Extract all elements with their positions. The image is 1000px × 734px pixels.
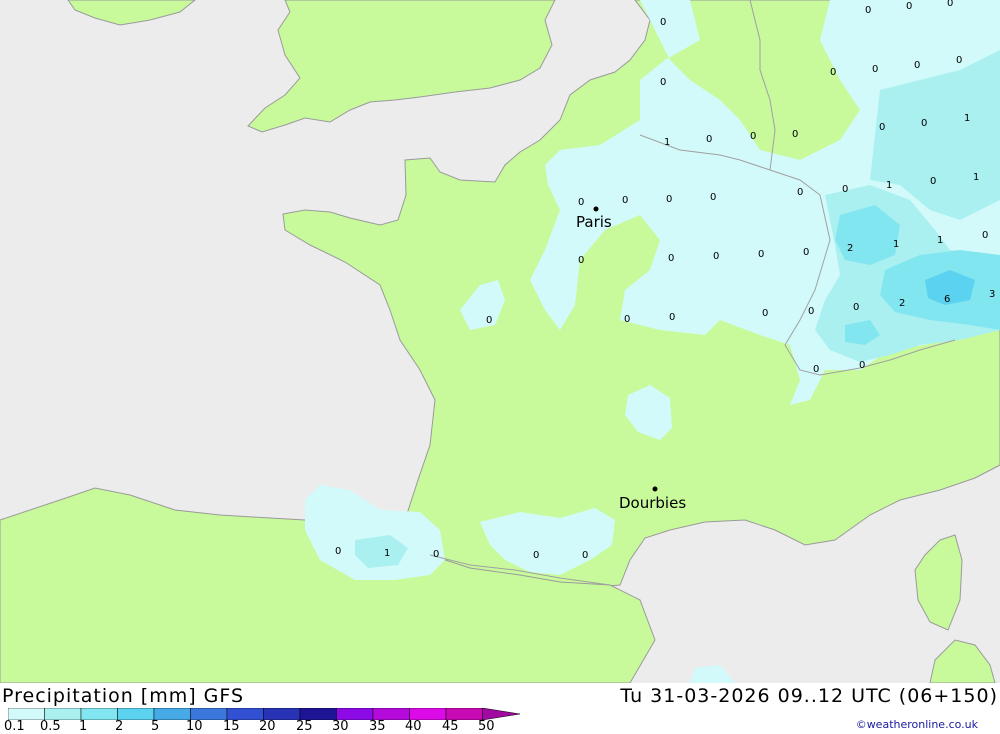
value-label: 1 bbox=[664, 137, 670, 148]
value-label: 0 bbox=[853, 302, 859, 313]
value-label: 0 bbox=[666, 194, 672, 205]
value-label: 0 bbox=[803, 247, 809, 258]
value-label: 0 bbox=[578, 255, 584, 266]
value-label: 0 bbox=[622, 195, 628, 206]
value-label: 0 bbox=[982, 230, 988, 241]
value-label: 0 bbox=[750, 131, 756, 142]
value-label: 0 bbox=[758, 249, 764, 260]
value-label: 1 bbox=[973, 172, 979, 183]
value-label: 1 bbox=[886, 180, 892, 191]
value-label: 0 bbox=[669, 312, 675, 323]
value-label: 0 bbox=[486, 315, 492, 326]
value-label: 0 bbox=[660, 77, 666, 88]
legend-tick: 1 bbox=[79, 719, 88, 734]
legend-tick: 15 bbox=[223, 719, 240, 734]
value-label: 0 bbox=[808, 306, 814, 317]
city-label-dourbies: Dourbies bbox=[619, 494, 686, 512]
legend-tick: 0.1 bbox=[4, 719, 25, 734]
value-label: 0 bbox=[624, 314, 630, 325]
value-label: 1 bbox=[893, 239, 899, 250]
value-label: 0 bbox=[578, 197, 584, 208]
map-title: Precipitation [mm] GFS bbox=[2, 685, 245, 707]
value-label: 0 bbox=[762, 308, 768, 319]
value-label: 0 bbox=[930, 176, 936, 187]
city-dot-paris bbox=[593, 206, 599, 212]
value-label: 0 bbox=[879, 122, 885, 133]
footer: Precipitation [mm] GFS Tu 31-03-2026 09.… bbox=[0, 683, 1000, 734]
value-label: 0 bbox=[792, 129, 798, 140]
precipitation-map: Paris Dourbies 0 0 0 0 0 0 0 0 0 0 1 0 0… bbox=[0, 0, 1000, 684]
value-label: 3 bbox=[989, 289, 995, 300]
value-label: 0 bbox=[906, 1, 912, 12]
map-canvas: Paris Dourbies 0 0 0 0 0 0 0 0 0 0 1 0 0… bbox=[0, 0, 1000, 684]
value-label: 0 bbox=[797, 187, 803, 198]
legend-tick: 25 bbox=[296, 719, 313, 734]
value-label: 0 bbox=[830, 67, 836, 78]
legend-tick: 40 bbox=[405, 719, 422, 734]
value-label: 0 bbox=[710, 192, 716, 203]
value-label: 0 bbox=[433, 549, 439, 560]
credit-link[interactable]: ©weatheronline.co.uk bbox=[856, 718, 978, 731]
value-label: 0 bbox=[668, 253, 674, 264]
value-label: 0 bbox=[859, 360, 865, 371]
value-label: 1 bbox=[937, 235, 943, 246]
value-label: 0 bbox=[335, 546, 341, 557]
value-label: 0 bbox=[813, 364, 819, 375]
legend-tick: 20 bbox=[259, 719, 276, 734]
value-label: 0 bbox=[706, 134, 712, 145]
value-label: 0 bbox=[582, 550, 588, 561]
value-label: 0 bbox=[914, 60, 920, 71]
value-label: 0 bbox=[713, 251, 719, 262]
value-label: 0 bbox=[947, 0, 953, 9]
value-label: 0 bbox=[956, 55, 962, 66]
legend-tick: 50 bbox=[478, 719, 495, 734]
value-label: 2 bbox=[899, 298, 905, 309]
city-dot-dourbies bbox=[652, 486, 658, 492]
legend-tick: 2 bbox=[115, 719, 124, 734]
value-label: 0 bbox=[842, 184, 848, 195]
city-label-paris: Paris bbox=[576, 213, 612, 231]
legend-tick: 0.5 bbox=[40, 719, 61, 734]
value-label: 6 bbox=[944, 294, 950, 305]
legend-tick: 5 bbox=[151, 719, 160, 734]
value-label: 0 bbox=[872, 64, 878, 75]
value-label: 0 bbox=[921, 118, 927, 129]
value-label: 0 bbox=[660, 17, 666, 28]
valid-time: Tu 31-03-2026 09..12 UTC (06+150) bbox=[620, 685, 998, 707]
value-label: 1 bbox=[964, 113, 970, 124]
legend-tick: 30 bbox=[332, 719, 349, 734]
legend-tick: 35 bbox=[369, 719, 386, 734]
legend-tick: 45 bbox=[442, 719, 459, 734]
value-label: 0 bbox=[533, 550, 539, 561]
value-label: 2 bbox=[847, 243, 853, 254]
value-label: 0 bbox=[865, 5, 871, 16]
legend-tick: 10 bbox=[186, 719, 203, 734]
value-label: 1 bbox=[384, 548, 390, 559]
